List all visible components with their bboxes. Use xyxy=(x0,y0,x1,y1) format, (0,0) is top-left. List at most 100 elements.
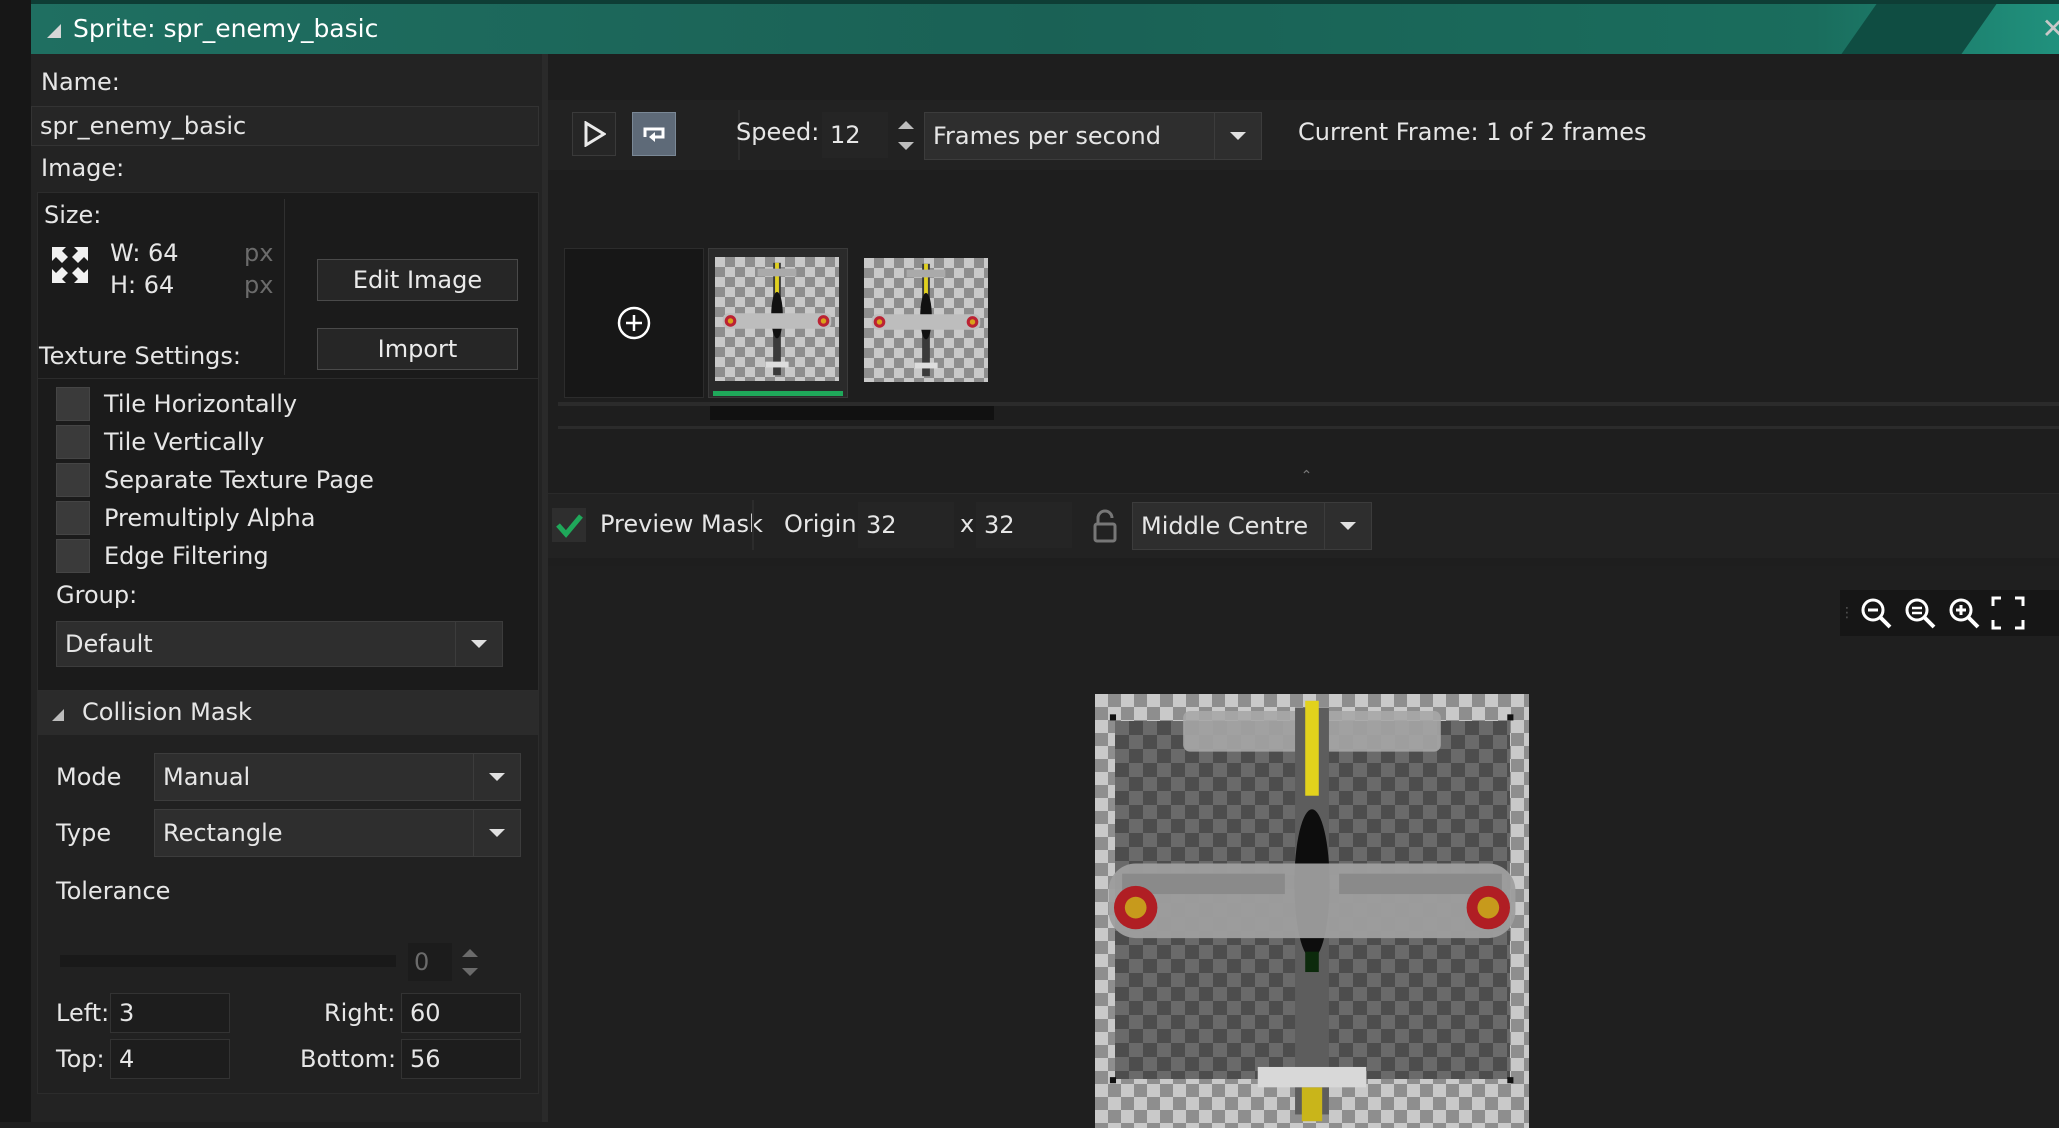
speed-input[interactable]: 12 xyxy=(822,112,888,158)
group-label: Group: xyxy=(56,581,138,609)
zoom-out-icon[interactable] xyxy=(1854,591,1898,635)
premultiply-alpha-option[interactable]: Premultiply Alpha xyxy=(56,501,315,535)
preview-mask-checkbox[interactable] xyxy=(552,508,586,542)
mode-dropdown[interactable]: Manual xyxy=(154,753,521,801)
chevron-down-icon xyxy=(489,829,505,837)
stepper-up-icon[interactable] xyxy=(462,948,478,957)
window-titlebar[interactable]: Sprite: spr_enemy_basic ✕ xyxy=(31,0,2059,54)
selected-frame-indicator xyxy=(713,391,843,396)
edge-filtering-label: Edge Filtering xyxy=(104,542,269,570)
resize-icon[interactable] xyxy=(48,243,92,287)
tolerance-slider[interactable] xyxy=(60,955,396,967)
zoom-in-icon[interactable] xyxy=(1942,591,1986,635)
origin-preset-dropdown[interactable]: Middle Centre xyxy=(1132,502,1372,550)
toolbar-grip-icon[interactable]: ⋮ xyxy=(1840,605,1854,621)
import-button[interactable]: Import xyxy=(317,328,518,370)
image-label: Image: xyxy=(41,154,125,182)
chevron-down-icon xyxy=(1340,522,1356,530)
collapse-triangle-icon[interactable] xyxy=(52,709,64,721)
origin-toolbar: Preview Mask Origin: 32 x 32 Middle Cent… xyxy=(548,494,2059,558)
tolerance-stepper[interactable] xyxy=(458,943,482,981)
bottom-input[interactable]: 56 xyxy=(401,1039,521,1079)
collapse-triangle-icon[interactable] xyxy=(47,24,61,38)
sprite-editor-area: Speed: 12 Frames per second Current Fram… xyxy=(542,54,2059,1128)
titlebar-decoration xyxy=(1841,4,1997,54)
checkmark-icon xyxy=(556,514,583,538)
tile-vertically-option[interactable]: Tile Vertically xyxy=(56,425,264,459)
speed-stepper[interactable] xyxy=(894,114,918,156)
type-value: Rectangle xyxy=(163,819,283,847)
separate-texture-page-label: Separate Texture Page xyxy=(104,466,374,494)
right-label: Right: xyxy=(324,999,396,1027)
type-dropdown[interactable]: Rectangle xyxy=(154,809,521,857)
chevron-down-icon xyxy=(489,773,505,781)
texture-settings-box: Tile Horizontally Tile Vertically Separa… xyxy=(37,378,539,718)
collision-mask-section: Collision Mask Mode Manual Type Rectangl… xyxy=(37,690,539,1094)
sprite-canvas[interactable]: ⋮ xyxy=(548,566,2059,1128)
frame-thumbnail-2[interactable] xyxy=(864,258,988,382)
frame-thumbnail-1[interactable] xyxy=(708,248,848,398)
tile-vertically-checkbox[interactable] xyxy=(56,425,90,459)
add-frame-button[interactable] xyxy=(564,248,704,398)
timeline-ruler xyxy=(558,426,2059,429)
edge-filtering-checkbox[interactable] xyxy=(56,539,90,573)
current-frame-label: Current Frame: 1 of 2 frames xyxy=(1298,118,1647,146)
sprite-preview-image[interactable] xyxy=(1095,694,1529,1128)
type-label: Type xyxy=(56,819,112,847)
speed-label: Speed: xyxy=(736,118,820,146)
close-icon[interactable]: ✕ xyxy=(2042,12,2059,45)
edit-image-button[interactable]: Edit Image xyxy=(317,259,518,301)
sprite-properties-panel: Name: spr_enemy_basic Image: Size: W: 64… xyxy=(31,54,542,1122)
edge-filtering-option[interactable]: Edge Filtering xyxy=(56,539,269,573)
frames-strip xyxy=(548,170,2059,429)
divider xyxy=(284,199,285,375)
left-input[interactable]: 3 xyxy=(110,993,230,1033)
window-title: Sprite: spr_enemy_basic xyxy=(73,14,379,43)
preview-mask-label: Preview Mask xyxy=(600,510,763,538)
separate-texture-page-checkbox[interactable] xyxy=(56,463,90,497)
origin-label: Origin: xyxy=(784,510,865,538)
group-value: Default xyxy=(65,630,153,658)
premultiply-alpha-label: Premultiply Alpha xyxy=(104,504,316,532)
panel-splitter[interactable]: ⌃ xyxy=(548,458,2059,494)
premultiply-alpha-checkbox[interactable] xyxy=(56,501,90,535)
name-label: Name: xyxy=(41,68,120,96)
origin-y-input[interactable]: 32 xyxy=(976,502,1072,548)
zoom-reset-icon[interactable] xyxy=(1898,591,1942,635)
tile-horizontally-checkbox[interactable] xyxy=(56,387,90,421)
origin-x-input[interactable]: 32 xyxy=(858,502,954,548)
collision-mask-title: Collision Mask xyxy=(82,698,252,726)
mode-value: Manual xyxy=(163,763,251,791)
speed-unit-dropdown[interactable]: Frames per second xyxy=(924,112,1262,160)
stepper-up-icon[interactable] xyxy=(898,120,914,129)
height-unit: px xyxy=(244,271,274,299)
width-unit: px xyxy=(244,239,274,267)
timeline-selection[interactable] xyxy=(710,406,994,420)
collision-mask-header[interactable]: Collision Mask xyxy=(38,691,538,735)
stepper-down-icon[interactable] xyxy=(898,141,914,150)
loop-icon[interactable] xyxy=(632,112,676,156)
left-label: Left: xyxy=(56,999,110,1027)
separate-texture-page-option[interactable]: Separate Texture Page xyxy=(56,463,374,497)
tile-horizontally-option[interactable]: Tile Horizontally xyxy=(56,387,297,421)
texture-settings-label: Texture Settings: xyxy=(39,342,242,370)
chevron-down-icon xyxy=(471,640,487,648)
origin-separator: x xyxy=(960,510,975,538)
tolerance-label: Tolerance xyxy=(56,877,171,905)
tile-vertically-label: Tile Vertically xyxy=(104,428,265,456)
window-left-edge xyxy=(0,0,31,1122)
add-circle-icon xyxy=(617,306,651,340)
stepper-down-icon[interactable] xyxy=(462,967,478,976)
tolerance-input[interactable]: 0 xyxy=(408,943,452,981)
mode-label: Mode xyxy=(56,763,122,791)
lock-icon[interactable] xyxy=(1088,508,1122,544)
origin-preset-value: Middle Centre xyxy=(1141,512,1309,540)
divider xyxy=(752,500,754,550)
tile-horizontally-label: Tile Horizontally xyxy=(104,390,298,418)
group-dropdown[interactable]: Default xyxy=(56,621,503,667)
top-input[interactable]: 4 xyxy=(110,1039,230,1079)
fit-to-screen-icon[interactable] xyxy=(1986,591,2030,635)
play-icon[interactable] xyxy=(572,112,616,156)
right-input[interactable]: 60 xyxy=(401,993,521,1033)
sprite-name-input[interactable]: spr_enemy_basic xyxy=(31,106,539,146)
